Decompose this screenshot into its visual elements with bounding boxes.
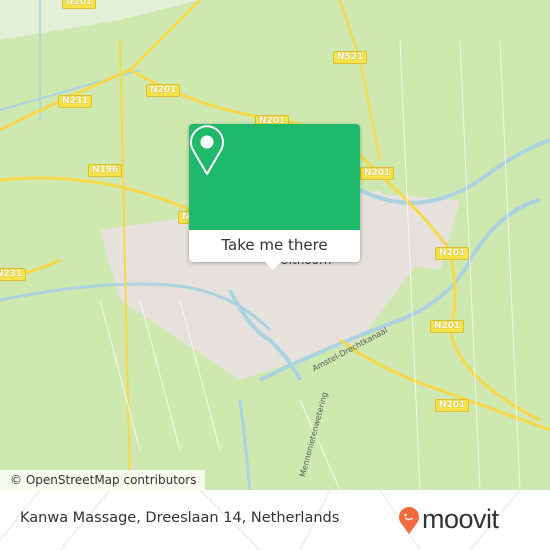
moovit-wordmark: moovit (422, 504, 499, 534)
map[interactable]: N201 N521 N231 N201 N201 N196 N201 N201 … (0, 0, 550, 490)
road-shield: N196 (88, 164, 123, 177)
road-shield: N521 (333, 51, 368, 64)
popup-header (189, 124, 360, 230)
road-shield: N231 (0, 268, 27, 281)
road-shield: N201 (435, 399, 470, 412)
road-shield: N201 (435, 247, 470, 260)
road-shield: N231 (58, 95, 93, 108)
place-address: Kanwa Massage, Dreeslaan 14, Netherlands (20, 510, 340, 526)
road-shield: N201 (62, 0, 97, 9)
moovit-logo[interactable]: moovit (398, 504, 499, 535)
map-attribution[interactable]: © OpenStreetMap contributors (0, 470, 205, 490)
popup-pointer (265, 262, 281, 270)
road-shield: N201 (146, 84, 181, 97)
destination-popup: Take me there (189, 124, 360, 270)
road-shield: N201 (430, 320, 465, 333)
moovit-pin-icon (399, 506, 419, 534)
map-pin-icon (190, 125, 224, 175)
take-me-there-button[interactable]: Take me there (189, 230, 360, 262)
road-shield: N201 (360, 167, 395, 180)
